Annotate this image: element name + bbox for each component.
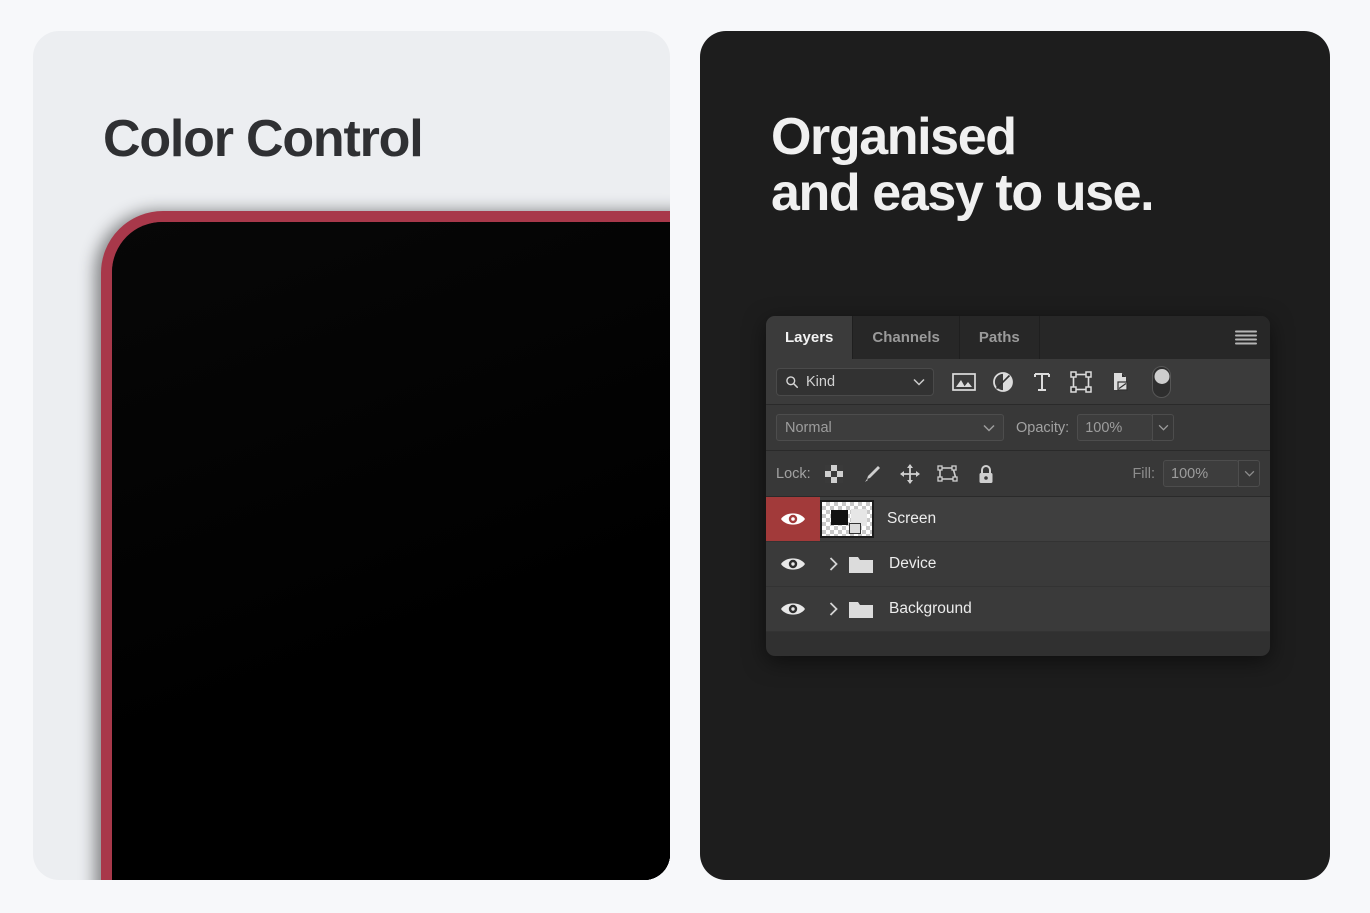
layer-name-background: Background: [889, 600, 972, 617]
layer-filter-row: Kind: [766, 359, 1270, 405]
lock-row: Lock: Fill: 100%: [766, 451, 1270, 497]
folder-icon: [846, 599, 876, 620]
organised-title: Organised and easy to use.: [771, 108, 1155, 223]
tab-layers-label: Layers: [785, 329, 834, 346]
hamburger-menu-icon[interactable]: [1235, 330, 1257, 345]
chevron-down-icon: [913, 378, 925, 386]
eye-icon: [781, 558, 805, 570]
organised-card: Organised and easy to use. Layers Channe…: [700, 31, 1330, 880]
type-layer-filter-icon[interactable]: [1029, 369, 1055, 395]
shape-layer-filter-icon[interactable]: [1068, 369, 1094, 395]
search-icon: [786, 375, 799, 388]
chevron-right-icon[interactable]: [820, 602, 846, 616]
panel-tab-bar: Layers Channels Paths: [766, 316, 1270, 359]
filter-enable-toggle[interactable]: [1152, 365, 1171, 398]
tab-paths[interactable]: Paths: [960, 316, 1040, 359]
layers-panel: Layers Channels Paths Kind Normal Opacit…: [766, 316, 1270, 656]
pixel-layer-filter-icon[interactable]: [951, 369, 977, 395]
blend-mode-select[interactable]: Normal: [776, 414, 1004, 441]
opacity-dropdown-button[interactable]: [1152, 414, 1175, 441]
lock-icon-group: [823, 463, 997, 485]
tab-channels[interactable]: Channels: [853, 316, 960, 359]
top-button-red-2: [447, 214, 562, 221]
layer-visibility-toggle-device[interactable]: [766, 542, 820, 586]
color-control-title: Color Control: [103, 110, 424, 168]
lock-transparent-pixels-icon[interactable]: [823, 463, 845, 485]
panel-bottom-padding: [766, 632, 1270, 642]
top-button-red: [312, 214, 427, 221]
chevron-down-icon: [1244, 470, 1254, 477]
opacity-value: 100%: [1085, 419, 1123, 436]
fill-value: 100%: [1171, 465, 1209, 482]
eye-icon: [781, 603, 805, 615]
lock-position-icon[interactable]: [899, 463, 921, 485]
adjustment-layer-filter-icon[interactable]: [990, 369, 1016, 395]
chevron-right-icon[interactable]: [820, 557, 846, 571]
layer-row-background[interactable]: Background: [766, 587, 1270, 632]
layer-row-screen[interactable]: Screen: [766, 497, 1270, 542]
fill-dropdown-button[interactable]: [1238, 460, 1260, 487]
kind-filter-value: Kind: [806, 373, 836, 390]
device-frame-red: [101, 211, 670, 880]
layer-name-screen: Screen: [887, 510, 937, 527]
volume-button-red: [103, 367, 110, 439]
layer-visibility-toggle-background[interactable]: [766, 587, 820, 631]
kind-filter-select[interactable]: Kind: [776, 367, 934, 396]
layer-row-device[interactable]: Device: [766, 542, 1270, 587]
lock-label: Lock:: [776, 465, 811, 482]
color-control-card: Color Control: [33, 31, 670, 880]
chevron-down-icon: [1158, 424, 1169, 431]
lock-artboard-nesting-icon[interactable]: [937, 463, 959, 485]
fill-label: Fill:: [1132, 465, 1155, 482]
lock-all-icon[interactable]: [975, 463, 997, 485]
layer-name-device: Device: [889, 555, 937, 572]
page-root: Color Control Organised and easy to use.…: [0, 0, 1370, 913]
blend-mode-row: Normal Opacity: 100%: [766, 405, 1270, 451]
layer-visibility-toggle-screen[interactable]: [766, 497, 820, 541]
blend-mode-value: Normal: [785, 419, 832, 436]
fill-field[interactable]: 100%: [1163, 460, 1239, 487]
lock-image-pixels-icon[interactable]: [861, 463, 883, 485]
opacity-label: Opacity:: [1016, 419, 1070, 436]
opacity-field[interactable]: 100%: [1077, 414, 1154, 441]
smart-object-filter-icon[interactable]: [1107, 369, 1133, 395]
device-screen-red: [112, 222, 670, 880]
layer-thumbnail-screen: [820, 500, 874, 538]
chevron-down-icon: [983, 424, 995, 432]
tab-layers[interactable]: Layers: [766, 316, 854, 359]
tab-paths-label: Paths: [978, 329, 1020, 346]
eye-icon: [781, 513, 805, 525]
layer-type-filter-icons: [951, 365, 1171, 398]
tab-channels-label: Channels: [872, 329, 940, 346]
folder-icon: [846, 554, 876, 575]
